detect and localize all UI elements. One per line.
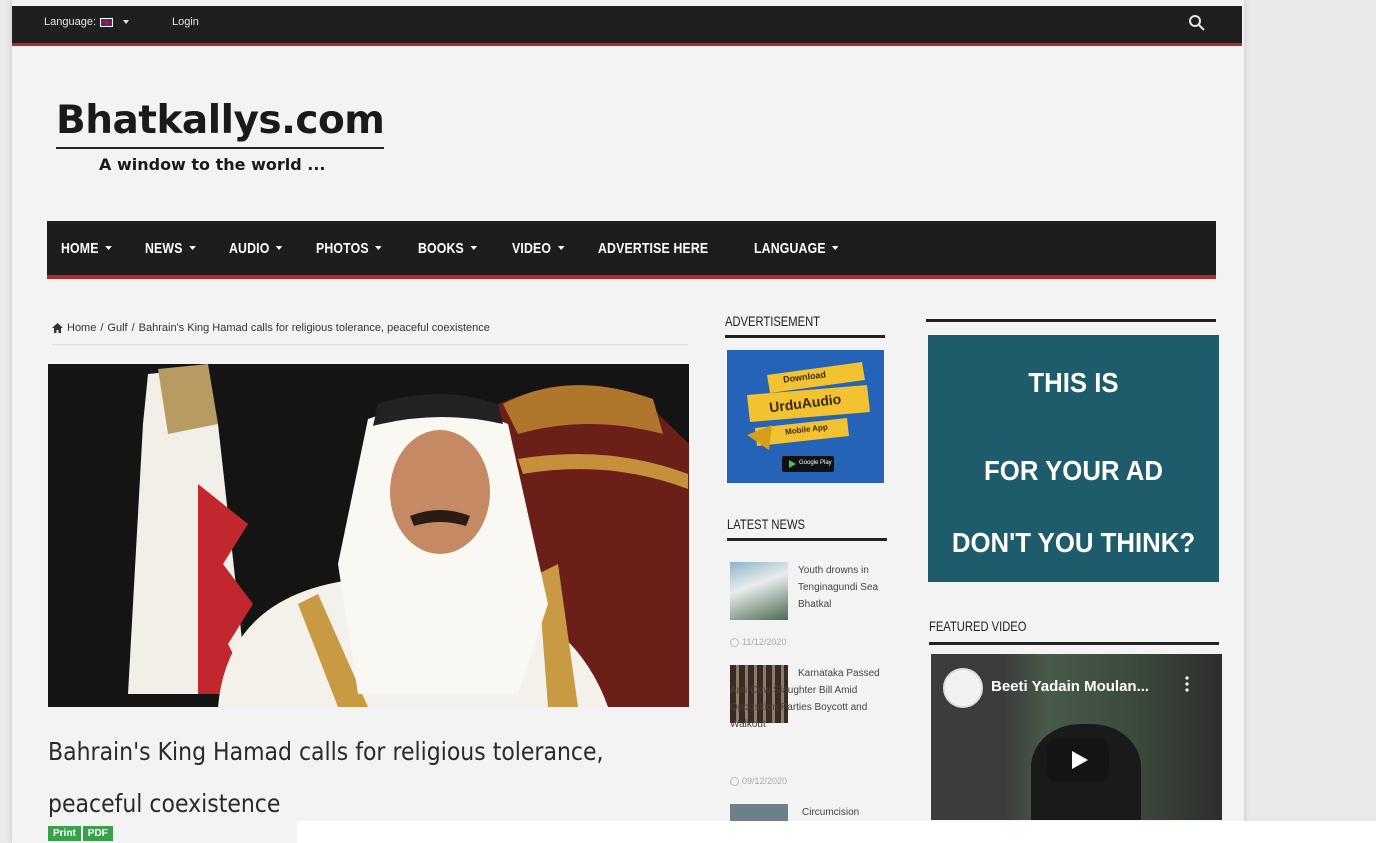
advertisement-title: ADVERTISEMENT — [725, 313, 821, 329]
ad-line: DON'T YOU THINK? — [951, 527, 1196, 558]
chevron-down-icon — [105, 246, 112, 250]
chevron-down-icon — [557, 246, 565, 250]
page: Language: Login Bhatkallys.com A window … — [12, 0, 1244, 843]
list-item[interactable]: Karnataka Passed Anti-Cow Slaughter Bill… — [730, 665, 890, 790]
breadcrumb-separator: / — [131, 322, 135, 334]
urdu-audio-ad[interactable]: Download UrduAudio Mobile App Google Pla… — [727, 350, 884, 483]
print-button[interactable]: Print — [48, 826, 81, 841]
breadcrumb: Home / Gulf / Bahrain's King Hamad calls… — [52, 322, 688, 345]
nav-item-label: PHOTOS — [315, 239, 369, 257]
featured-video-section-header: FEATURED VIDEO — [929, 618, 1219, 645]
featured-video-title: FEATURED VIDEO — [929, 618, 1027, 634]
ad-line: THIS IS — [1028, 367, 1119, 398]
breadcrumb-category[interactable]: Gulf — [107, 322, 127, 334]
news-date: 11/12/2020 — [730, 634, 786, 651]
nav-item-language[interactable]: LANGUAGE — [754, 239, 840, 257]
print-pdf-buttons: Print PDF — [48, 826, 113, 841]
search-icon[interactable] — [1188, 14, 1206, 32]
breadcrumb-current: Bahrain's King Hamad calls for religious… — [138, 322, 490, 334]
nav-item-books[interactable]: BOOKS — [418, 239, 478, 257]
chevron-down-icon — [375, 246, 382, 250]
news-date-text: 09/12/2020 — [742, 776, 788, 786]
play-button-icon[interactable] — [1047, 738, 1109, 782]
list-item[interactable]: Youth drowns in Tenginagundi Sea Bhatkal… — [730, 562, 890, 652]
chevron-down-icon — [123, 20, 129, 24]
more-options-icon[interactable] — [1185, 676, 1189, 692]
language-selector[interactable]: Language: — [44, 16, 129, 28]
nav-item-label: HOME — [61, 239, 99, 257]
nav-item-home[interactable]: HOME — [61, 240, 112, 257]
main-nav: HOME NEWS AUDIO PHOTOS BOOKS VIDEO ADVER… — [47, 221, 1216, 279]
news-title: Youth drowns in Tenginagundi Sea Bhatkal — [798, 565, 879, 610]
site-logo[interactable]: Bhatkallys.com A window to the world ... — [56, 98, 385, 174]
nav-item-advertise[interactable]: ADVERTISE HERE — [598, 240, 708, 257]
news-date: 09/12/2020 — [730, 773, 787, 790]
chevron-down-icon — [470, 246, 478, 250]
news-thumbnail — [730, 562, 788, 620]
article-headline: Bahrain's King Hamad calls for religious… — [48, 737, 604, 818]
site-tagline: A window to the world ... — [99, 155, 326, 174]
featured-video-player[interactable]: Beeti Yadain Moulan... — [931, 654, 1222, 820]
ad-line: FOR YOUR AD — [984, 455, 1163, 486]
pdf-button[interactable]: PDF — [82, 826, 113, 841]
login-link[interactable]: Login — [172, 16, 199, 28]
article-hero-image — [48, 364, 689, 707]
advertisement-section-header: ADVERTISEMENT — [725, 313, 885, 338]
nav-item-audio[interactable]: AUDIO — [229, 240, 283, 257]
chevron-down-icon — [188, 246, 196, 250]
section-divider — [926, 319, 1216, 322]
top-bar: Language: Login — [12, 6, 1242, 46]
chevron-down-icon — [832, 246, 840, 250]
nav-item-label: BOOKS — [418, 239, 465, 257]
breadcrumb-home[interactable]: Home — [67, 322, 96, 334]
latest-news-section-header: LATEST NEWS — [727, 516, 887, 541]
nav-item-video[interactable]: VIDEO — [512, 239, 565, 257]
home-icon — [52, 323, 63, 333]
video-title[interactable]: Beeti Yadain Moulan... — [991, 678, 1149, 695]
channel-avatar[interactable] — [943, 668, 983, 708]
language-label: Language: — [44, 16, 96, 28]
nav-item-photos[interactable]: PHOTOS — [316, 240, 382, 257]
uk-flag-icon — [100, 17, 113, 27]
news-title: Karnataka Passed Anti-Cow Slaughter Bill… — [730, 668, 880, 730]
clock-icon — [730, 638, 739, 647]
nav-item-news[interactable]: NEWS — [145, 240, 196, 257]
news-title: Circumcision — [802, 807, 860, 818]
clock-icon — [730, 777, 739, 786]
site-title: Bhatkallys.com — [56, 98, 385, 149]
news-date-text: 11/12/2020 — [742, 637, 787, 647]
google-play-badge: Google Play — [799, 460, 832, 466]
latest-news-title: LATEST NEWS — [727, 516, 806, 532]
nav-item-label: VIDEO — [512, 239, 552, 257]
nav-item-label: NEWS — [144, 239, 183, 257]
chevron-down-icon — [275, 246, 283, 250]
breadcrumb-separator: / — [100, 322, 104, 334]
overlay-panel — [297, 821, 1376, 843]
nav-item-label: AUDIO — [228, 239, 270, 257]
ad-placeholder[interactable]: THIS IS FOR YOUR AD DON'T YOU THINK? — [928, 335, 1219, 582]
nav-item-label: ADVERTISE HERE — [597, 239, 709, 257]
nav-item-label: LANGUAGE — [754, 239, 827, 257]
